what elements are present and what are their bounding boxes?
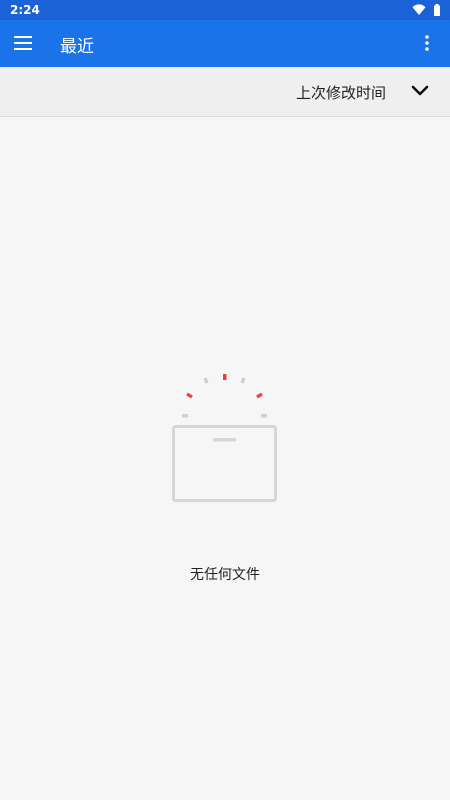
- sort-by-button[interactable]: 上次修改时间: [296, 82, 386, 103]
- menu-button[interactable]: [8, 28, 38, 58]
- sort-bar: 上次修改时间: [0, 67, 450, 117]
- empty-state-message: 无任何文件: [190, 567, 260, 583]
- app-bar: 最近: [0, 20, 450, 67]
- page-title: 最近: [60, 37, 94, 57]
- chevron-down-icon[interactable]: [410, 81, 430, 101]
- battery-icon: [434, 4, 440, 16]
- empty-box-icon: [172, 374, 277, 502]
- wifi-icon: [412, 4, 426, 15]
- status-time: 2:24: [10, 3, 40, 17]
- hamburger-menu-icon: [14, 36, 32, 50]
- more-vert-icon: [425, 35, 429, 51]
- more-options-button[interactable]: [412, 28, 442, 58]
- status-bar: 2:24: [0, 0, 450, 20]
